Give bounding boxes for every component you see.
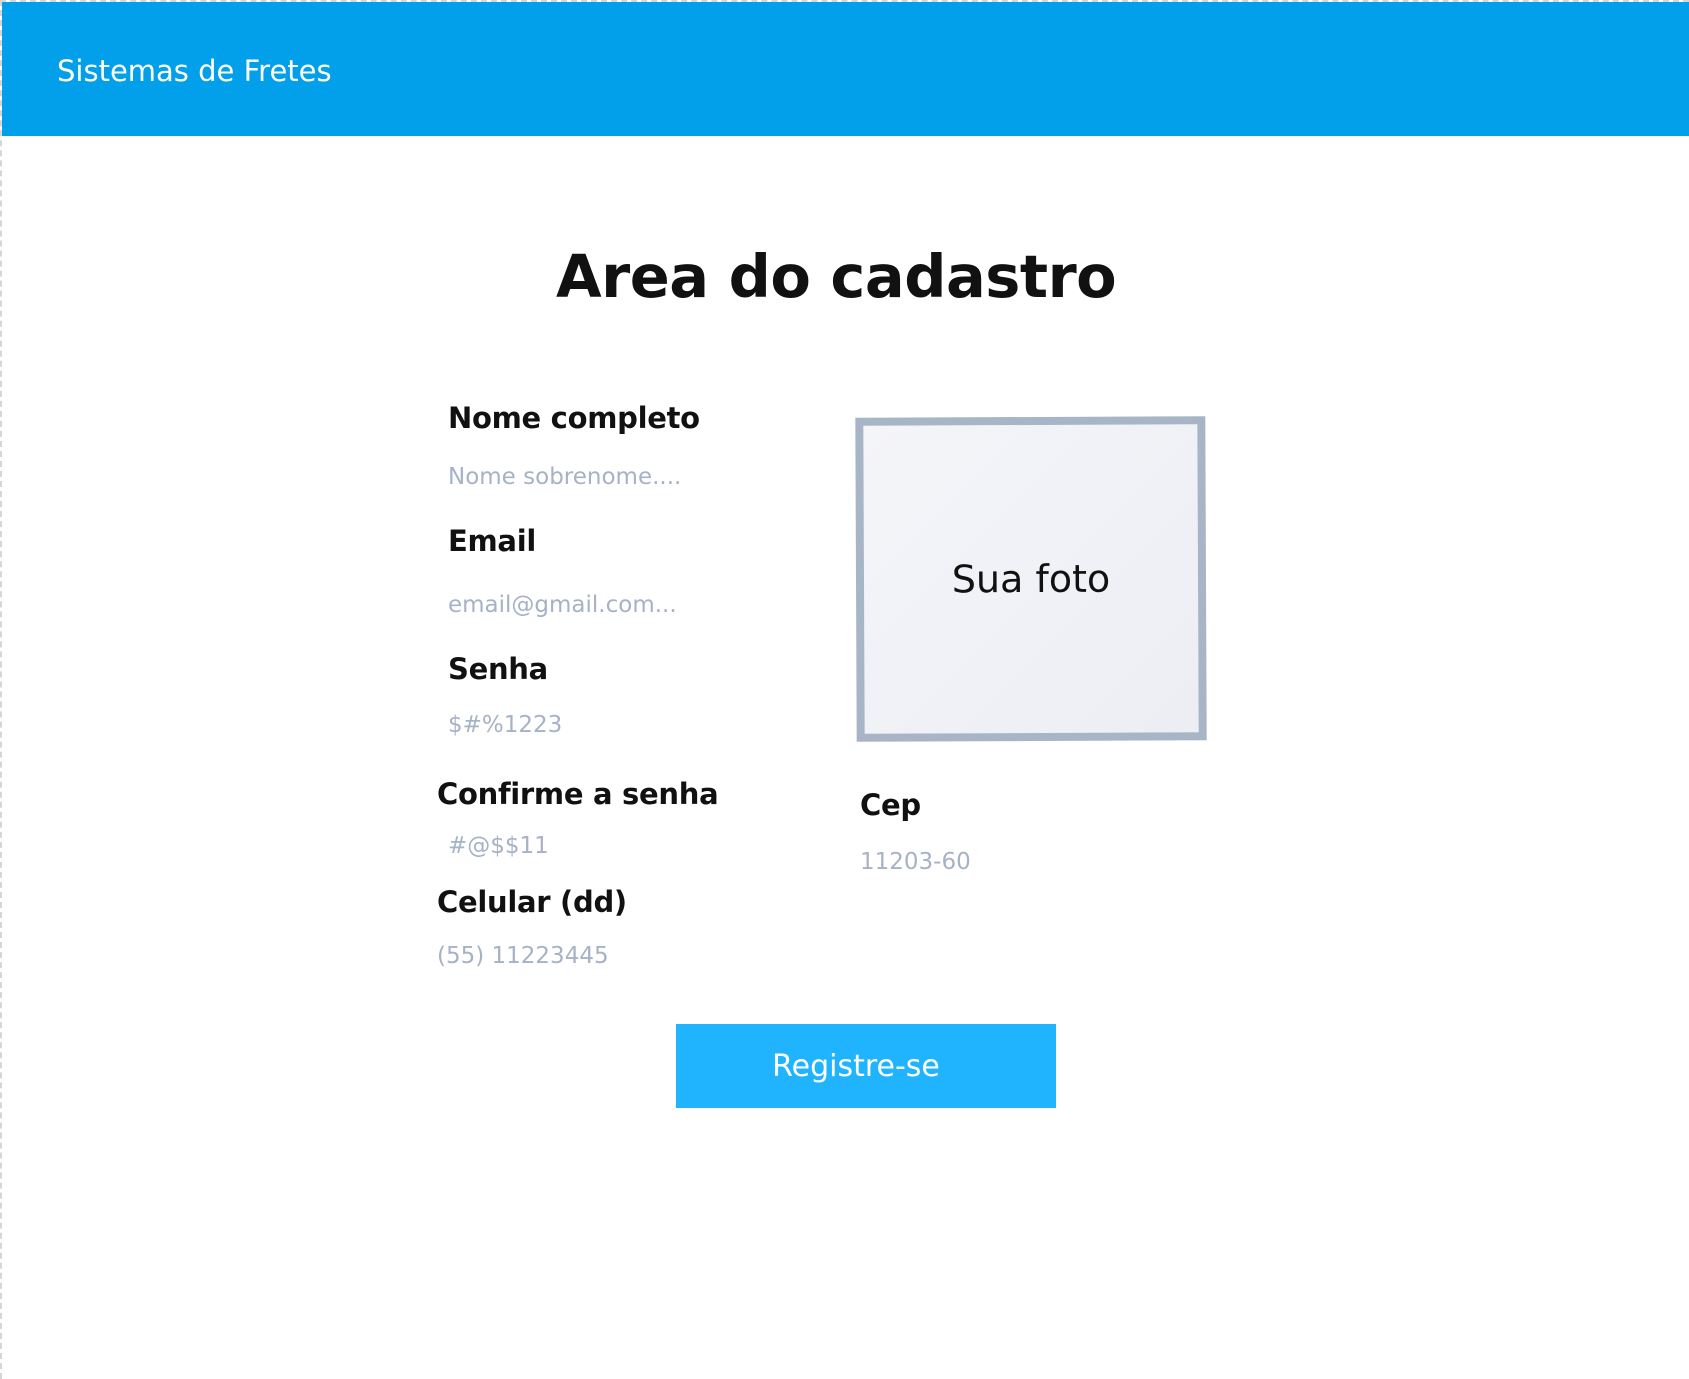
celular-label: Celular (dd) — [437, 885, 627, 919]
cep-label: Cep — [860, 788, 921, 822]
nome-label: Nome completo — [448, 401, 700, 435]
page-title: Area do cadastro — [556, 242, 1117, 311]
email-label: Email — [448, 524, 536, 558]
app-header: Sistemas de Fretes — [2, 2, 1689, 136]
email-input[interactable] — [448, 589, 748, 621]
photo-upload-box[interactable]: Sua foto — [855, 416, 1207, 742]
canvas-left-border — [0, 0, 2, 1379]
register-button-label: Registre-se — [772, 1048, 940, 1084]
senha-label: Senha — [448, 652, 548, 686]
photo-label: Sua foto — [951, 556, 1111, 602]
confirme-senha-label: Confirme a senha — [437, 777, 719, 811]
register-button[interactable]: Registre-se — [676, 1024, 1056, 1108]
confirme-senha-input[interactable] — [448, 830, 748, 862]
cep-input[interactable] — [860, 846, 1160, 878]
app-title[interactable]: Sistemas de Fretes — [57, 54, 332, 88]
senha-input[interactable] — [448, 709, 748, 741]
nome-input[interactable] — [448, 461, 748, 493]
celular-input[interactable] — [437, 940, 737, 972]
